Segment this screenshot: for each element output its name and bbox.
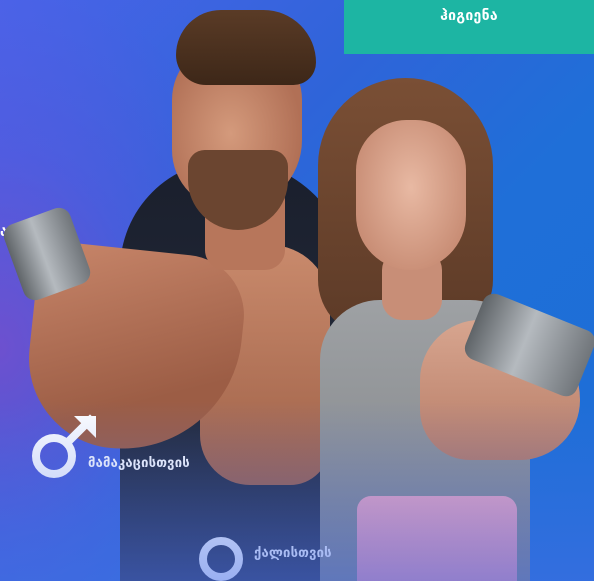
- woman-figure-face: [356, 120, 466, 270]
- women-category-label[interactable]: ქალისთვის: [254, 546, 332, 561]
- male-symbol-icon: [30, 412, 100, 482]
- hygiene-category-tab[interactable]: ჰიგიენა: [344, 0, 594, 54]
- men-category-label[interactable]: მამაკაცისთვის: [88, 456, 190, 471]
- man-figure-hair: [176, 10, 316, 85]
- female-symbol-icon[interactable]: [196, 536, 246, 581]
- hero-banner: ჰიგიენა ა მამაკაცისთვის: [0, 0, 594, 581]
- pink-product-box: [357, 496, 517, 581]
- men-category-link[interactable]: [30, 412, 100, 482]
- hygiene-tab-label: ჰიგიენა: [440, 8, 498, 24]
